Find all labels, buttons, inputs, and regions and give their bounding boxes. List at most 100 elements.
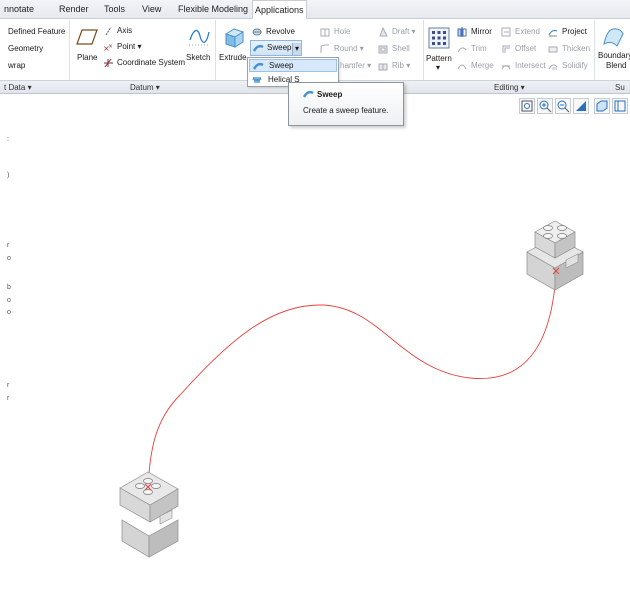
zoom-out-button[interactable] <box>555 98 571 114</box>
trim-button[interactable]: Trim <box>457 44 487 54</box>
get-data-group-label[interactable]: t Data ▾ <box>4 82 32 94</box>
tooltip-description: Create a sweep feature. <box>303 106 389 115</box>
intersect-icon <box>501 65 511 70</box>
extend-icon <box>501 27 511 37</box>
sweep-trajectory-curve[interactable] <box>147 271 557 488</box>
plane-label[interactable]: Plane <box>77 53 97 62</box>
tree-fragment: r <box>7 242 10 249</box>
refit-button[interactable] <box>519 98 535 114</box>
shell-button[interactable]: Shell <box>378 44 410 54</box>
solidify-label: Solidify <box>562 61 588 70</box>
defined-feature-label: Defined Feature <box>8 27 66 36</box>
sweep-button[interactable]: Sweep <box>253 43 291 53</box>
extrude-icon[interactable] <box>222 26 244 48</box>
extend-button[interactable]: Extend <box>501 27 540 37</box>
extrude-label[interactable]: Extrude <box>219 53 247 62</box>
rib-icon <box>378 63 388 71</box>
chamfer-button[interactable]: hamfer ▾ <box>340 61 371 71</box>
wrap-label: wrap <box>8 61 26 70</box>
coordinate-system-label: Coordinate System <box>117 58 186 67</box>
datum-group-label[interactable]: Datum ▾ <box>130 82 160 94</box>
display-style-button[interactable] <box>594 98 610 114</box>
boundary-blend-icon[interactable] <box>601 26 625 48</box>
offset-icon <box>502 45 510 53</box>
dropdown-item-sweep[interactable]: Sweep <box>249 59 337 72</box>
merge-icon <box>457 64 467 70</box>
rib-label: Rib ▾ <box>392 61 411 70</box>
revolve-icon <box>252 28 262 36</box>
draft-button[interactable]: Draft ▾ <box>378 27 416 37</box>
revolve-button[interactable]: Revolve <box>252 27 295 37</box>
geometry-label: Geometry <box>8 44 44 53</box>
sweep-dropdown-arrow[interactable]: ▾ <box>292 43 301 55</box>
round-button[interactable]: Round ▾ <box>320 44 364 54</box>
pattern-dropdown-arrow[interactable]: ▾ <box>436 63 440 72</box>
rib-button[interactable]: Rib ▾ <box>378 61 410 71</box>
tab-tools[interactable]: Tools <box>102 0 127 19</box>
draft-label: Draft ▾ <box>392 27 416 36</box>
sketch-label[interactable]: Sketch <box>186 53 210 62</box>
sweep-tooltip: Sweep Create a sweep feature. <box>288 82 404 126</box>
round-label: Round ▾ <box>334 44 364 53</box>
editing-group-label[interactable]: Editing ▾ <box>494 82 525 94</box>
round-icon <box>320 44 329 53</box>
pattern-icon[interactable] <box>428 27 450 49</box>
trim-label: Trim <box>471 44 487 53</box>
shell-label: Shell <box>392 44 410 53</box>
revolve-label: Revolve <box>266 27 295 36</box>
plane-icon[interactable] <box>76 26 98 48</box>
zoom-in-icon <box>539 100 552 113</box>
repaint-button[interactable] <box>573 98 589 114</box>
axis-label: Axis <box>117 26 133 35</box>
tab-flexible-modeling[interactable]: Flexible Modeling <box>176 0 250 19</box>
model-tree-edge: : ) r o b o o r r <box>0 112 14 612</box>
thicken-label: Thicken <box>562 44 591 53</box>
copy-geometry-button[interactable]: Geometry <box>8 44 43 54</box>
surfaces-group-label[interactable]: Su <box>615 82 625 94</box>
tree-fragment: : <box>7 136 9 143</box>
saved-orientations-button[interactable] <box>612 98 628 114</box>
part-model-bottom-left[interactable] <box>119 471 179 558</box>
menu-bar: nnotate Render Tools View Flexible Model… <box>0 0 630 20</box>
shrinkwrap-button[interactable]: wrap <box>8 61 25 71</box>
user-defined-feature-button[interactable]: Defined Feature <box>8 27 65 37</box>
project-button[interactable]: Project <box>548 27 587 37</box>
coordinate-system-icon <box>104 58 113 68</box>
helical-sweep-icon <box>252 76 262 83</box>
extend-label: Extend <box>515 27 540 36</box>
thicken-button[interactable]: Thicken <box>548 44 590 54</box>
tab-applications[interactable]: Applications <box>252 0 307 20</box>
tree-fragment: r <box>7 382 10 389</box>
offset-button[interactable]: Offset <box>501 44 536 54</box>
part-model-top-right[interactable] <box>526 220 584 291</box>
sweep-icon <box>253 44 264 52</box>
draft-icon <box>379 27 388 37</box>
boundary-blend-label-1[interactable]: Boundary <box>598 51 630 60</box>
dropdown-item-label: Sweep <box>269 61 294 70</box>
saved-views-icon <box>614 100 626 112</box>
zoom-in-button[interactable] <box>537 98 553 114</box>
axis-button[interactable]: Axis <box>103 26 132 36</box>
pattern-label[interactable]: Pattern <box>426 54 452 63</box>
trim-icon <box>457 47 467 53</box>
coordinate-system-button[interactable]: Coordinate System <box>103 58 185 68</box>
sketch-icon[interactable] <box>188 26 210 48</box>
offset-label: Offset <box>515 44 537 53</box>
mirror-button[interactable]: Mirror <box>457 27 492 37</box>
zoom-out-icon <box>557 100 570 113</box>
tab-annotate[interactable]: nnotate <box>2 0 36 19</box>
hole-button[interactable]: Hole <box>320 27 350 37</box>
merge-button[interactable]: Merge <box>457 61 494 71</box>
point-button[interactable]: × × Point ▾ <box>103 42 141 52</box>
tab-view[interactable]: View <box>140 0 163 19</box>
refit-icon <box>521 100 533 112</box>
boundary-blend-label-2[interactable]: Blend <box>606 61 626 70</box>
intersect-label: Intersect <box>515 61 546 70</box>
tooltip-title: Sweep <box>317 90 343 99</box>
project-label: Project <box>562 27 587 36</box>
sweep-label: Sweep <box>267 43 292 52</box>
axis-icon <box>105 26 112 36</box>
intersect-button[interactable]: Intersect <box>501 61 546 71</box>
solidify-button[interactable]: Solidify <box>548 61 588 71</box>
tab-render[interactable]: Render <box>57 0 91 19</box>
